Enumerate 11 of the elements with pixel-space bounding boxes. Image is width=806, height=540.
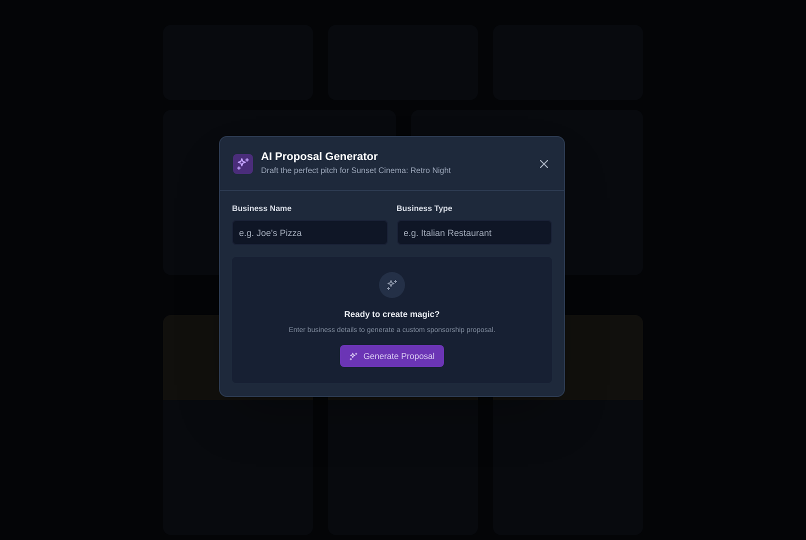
sparkle-icon [386,279,398,291]
field-label: Business Name [232,203,293,215]
field-label: Business Type [396,203,454,215]
text-field[interactable]: e.g. Italian Restaurant [396,220,552,245]
close-icon[interactable] [538,158,550,170]
generate-proposal-button[interactable]: Generate Proposal [340,345,444,368]
dialog-title: AI Proposal Generator [261,150,379,165]
text-field[interactable]: e.g. Joe's Pizza [232,220,388,245]
empty-state-heading: Ready to create magic? [344,308,440,321]
dialog-subtitle: Draft the perfect pitch for Sunset Cinema: Retro Night [261,165,452,177]
sparkle-icon [349,352,358,361]
